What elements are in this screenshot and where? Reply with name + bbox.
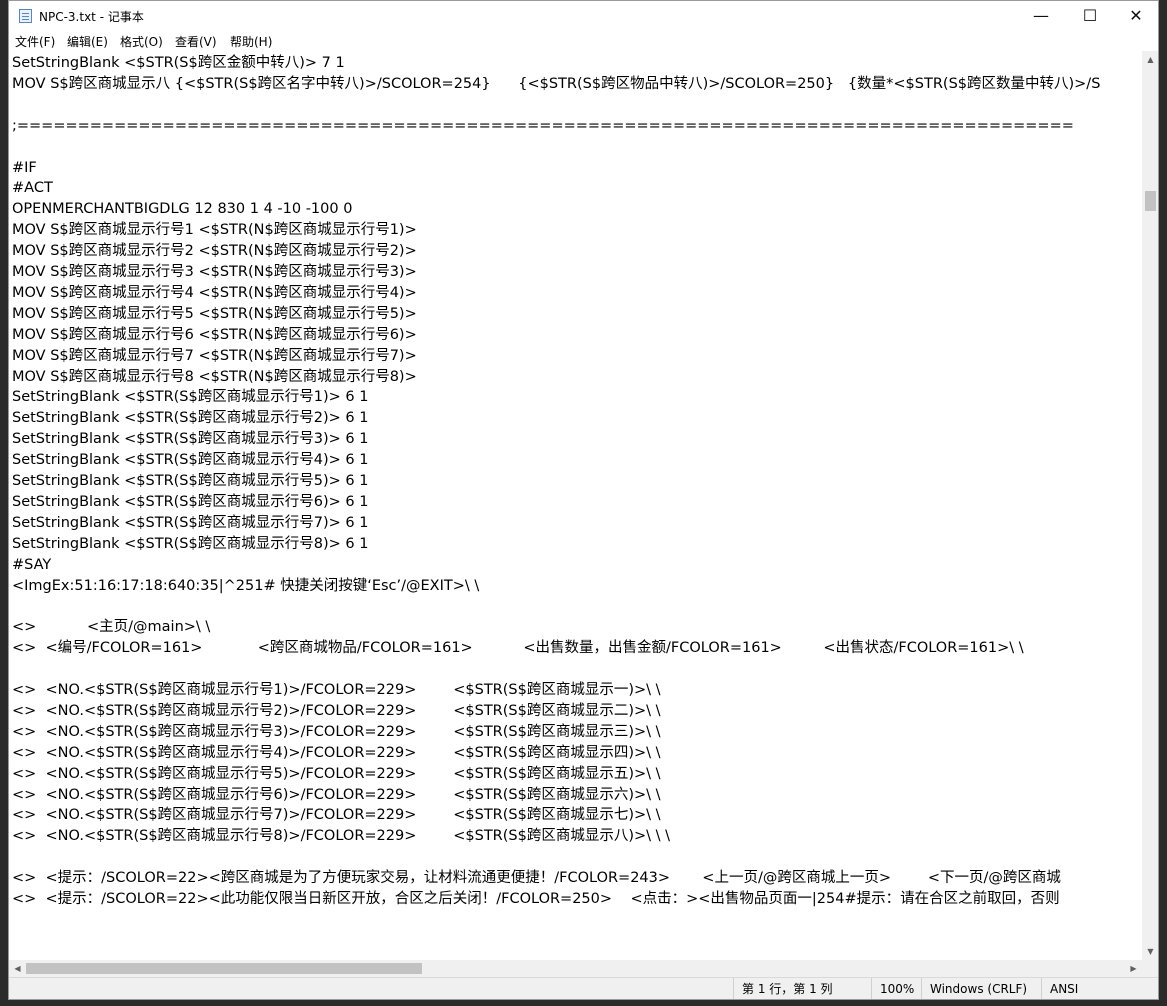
zoom-level: 100% bbox=[871, 978, 921, 999]
text-line: SetStringBlank <$STR(S$跨区商城显示行号2)> 6 1 bbox=[12, 410, 369, 427]
text-line: #IF bbox=[12, 159, 37, 176]
text-line: MOV S$跨区商城显示行号4 <$STR(N$跨区商城显示行号4)> bbox=[12, 284, 417, 301]
text-line: MOV S$跨区商城显示行号5 <$STR(N$跨区商城显示行号5)> bbox=[12, 305, 417, 322]
text-line: <> <NO.<$STR(S$跨区商城显示行号7)>/FCOLOR=229> <… bbox=[12, 807, 661, 824]
vertical-scroll-thumb[interactable] bbox=[1145, 191, 1156, 211]
text-line: <> <NO.<$STR(S$跨区商城显示行号2)>/FCOLOR=229> <… bbox=[12, 702, 661, 719]
text-line: SetStringBlank <$STR(S$跨区商城显示行号6)> 6 1 bbox=[12, 493, 369, 510]
text-line: MOV S$跨区商城显示行号1 <$STR(N$跨区商城显示行号1)> bbox=[12, 222, 417, 239]
horizontal-scroll-thumb[interactable] bbox=[26, 963, 422, 974]
text-line: MOV S$跨区商城显示行号8 <$STR(N$跨区商城显示行号8)> bbox=[12, 368, 417, 385]
text-line: <> <NO.<$STR(S$跨区商城显示行号4)>/FCOLOR=229> <… bbox=[12, 744, 661, 761]
text-line: <> <主页/@main>\ \ bbox=[12, 619, 211, 636]
text-line: <> <NO.<$STR(S$跨区商城显示行号8)>/FCOLOR=229> <… bbox=[12, 828, 671, 845]
title-bar[interactable]: NPC-3.txt - 记事本 — ☐ ✕ bbox=[9, 1, 1158, 31]
vertical-scrollbar[interactable]: ▲ ▼ bbox=[1142, 51, 1158, 960]
text-line: MOV S$跨区商城显示行号3 <$STR(N$跨区商城显示行号3)> bbox=[12, 264, 417, 280]
text-line: OPENMERCHANTBIGDLG 12 830 1 4 -10 -100 0 bbox=[12, 201, 353, 218]
text-editor[interactable]: SetStringBlank <$STR(S$跨区金额中转八)> 7 1 MOV … bbox=[9, 51, 1142, 960]
text-line: SetStringBlank <$STR(S$跨区商城显示行号3)> 6 1 bbox=[12, 431, 369, 448]
cursor-position: 第 1 行，第 1 列 bbox=[733, 978, 871, 999]
minimize-button[interactable]: — bbox=[1018, 1, 1064, 31]
text-line: MOV S$跨区商城显示行号7 <$STR(N$跨区商城显示行号7)> bbox=[12, 347, 417, 364]
scroll-up-arrow-icon[interactable]: ▲ bbox=[1142, 51, 1158, 68]
encoding: ANSI bbox=[1041, 978, 1141, 999]
text-line: MOV S$跨区商城显示八 {<$STR(S$跨区名字中转八)>/SCOLOR=… bbox=[12, 75, 1101, 92]
menu-help[interactable]: 帮助(H) bbox=[230, 33, 272, 50]
menu-view[interactable]: 查看(V) bbox=[175, 33, 217, 50]
scroll-right-arrow-icon[interactable]: ▶ bbox=[1125, 960, 1142, 977]
line-ending: Windows (CRLF) bbox=[921, 978, 1041, 999]
menu-file[interactable]: 文件(F) bbox=[15, 33, 55, 50]
text-line: SetStringBlank <$STR(S$跨区商城显示行号5)> 6 1 bbox=[12, 473, 369, 489]
notepad-window: NPC-3.txt - 记事本 — ☐ ✕ 文件(F) 编辑(E) 格式(O) … bbox=[8, 0, 1159, 1000]
text-line: <> <NO.<$STR(S$跨区商城显示行号1)>/FCOLOR=229> <… bbox=[12, 682, 661, 698]
text-line: <> <编号/FCOLOR=161> <跨区商城物品/FCOLOR=161> <… bbox=[12, 640, 1024, 657]
scroll-down-arrow-icon[interactable]: ▼ bbox=[1142, 943, 1158, 960]
status-bar: 第 1 行，第 1 列 100% Windows (CRLF) ANSI bbox=[9, 977, 1158, 999]
menu-format[interactable]: 格式(O) bbox=[120, 33, 163, 50]
close-button[interactable]: ✕ bbox=[1113, 1, 1158, 31]
maximize-button[interactable]: ☐ bbox=[1067, 1, 1113, 31]
text-line: #SAY bbox=[12, 556, 52, 573]
text-line: <> <NO.<$STR(S$跨区商城显示行号3)>/FCOLOR=229> <… bbox=[12, 723, 661, 740]
text-line: <> <NO.<$STR(S$跨区商城显示行号6)>/FCOLOR=229> <… bbox=[12, 786, 661, 803]
text-line: <> <NO.<$STR(S$跨区商城显示行号5)>/FCOLOR=229> <… bbox=[12, 765, 661, 782]
scroll-left-arrow-icon[interactable]: ◀ bbox=[9, 960, 26, 977]
text-line: <> <提示：/SCOLOR=22><跨区商城是为了方便玩家交易，让材料流通更便… bbox=[12, 870, 1061, 887]
horizontal-scrollbar[interactable]: ◀ ▶ bbox=[9, 960, 1142, 977]
text-line: SetStringBlank <$STR(S$跨区商城显示行号4)> 6 1 bbox=[12, 452, 369, 469]
menu-bar: 文件(F) 编辑(E) 格式(O) 查看(V) 帮助(H) bbox=[9, 31, 1158, 51]
text-line: SetStringBlank <$STR(S$跨区商城显示行号7)> 6 1 bbox=[12, 514, 369, 531]
text-line: #ACT bbox=[12, 180, 53, 197]
menu-edit[interactable]: 编辑(E) bbox=[67, 33, 108, 50]
text-line: <> <提示：/SCOLOR=22><此功能仅限当日新区开放，合区之后关闭！/F… bbox=[12, 891, 1060, 907]
text-line: MOV S$跨区商城显示行号6 <$STR(N$跨区商城显示行号6)> bbox=[12, 326, 417, 343]
text-line: SetStringBlank <$STR(S$跨区商城显示行号1)> 6 1 bbox=[12, 389, 369, 406]
text-line: SetStringBlank <$STR(S$跨区商城显示行号8)> 6 1 bbox=[12, 535, 369, 552]
text-line: ;=======================================… bbox=[12, 117, 1074, 134]
notepad-app-icon bbox=[19, 9, 32, 23]
scrollbar-corner bbox=[1142, 960, 1158, 977]
text-line: SetStringBlank <$STR(S$跨区金额中转八)> 7 1 bbox=[12, 55, 345, 71]
text-line: MOV S$跨区商城显示行号2 <$STR(N$跨区商城显示行号2)> bbox=[12, 243, 417, 260]
text-line: <ImgEx:51:16:17:18:640:35|^251# 快捷关闭按键‘E… bbox=[12, 577, 480, 594]
window-title: NPC-3.txt - 记事本 bbox=[39, 10, 144, 24]
